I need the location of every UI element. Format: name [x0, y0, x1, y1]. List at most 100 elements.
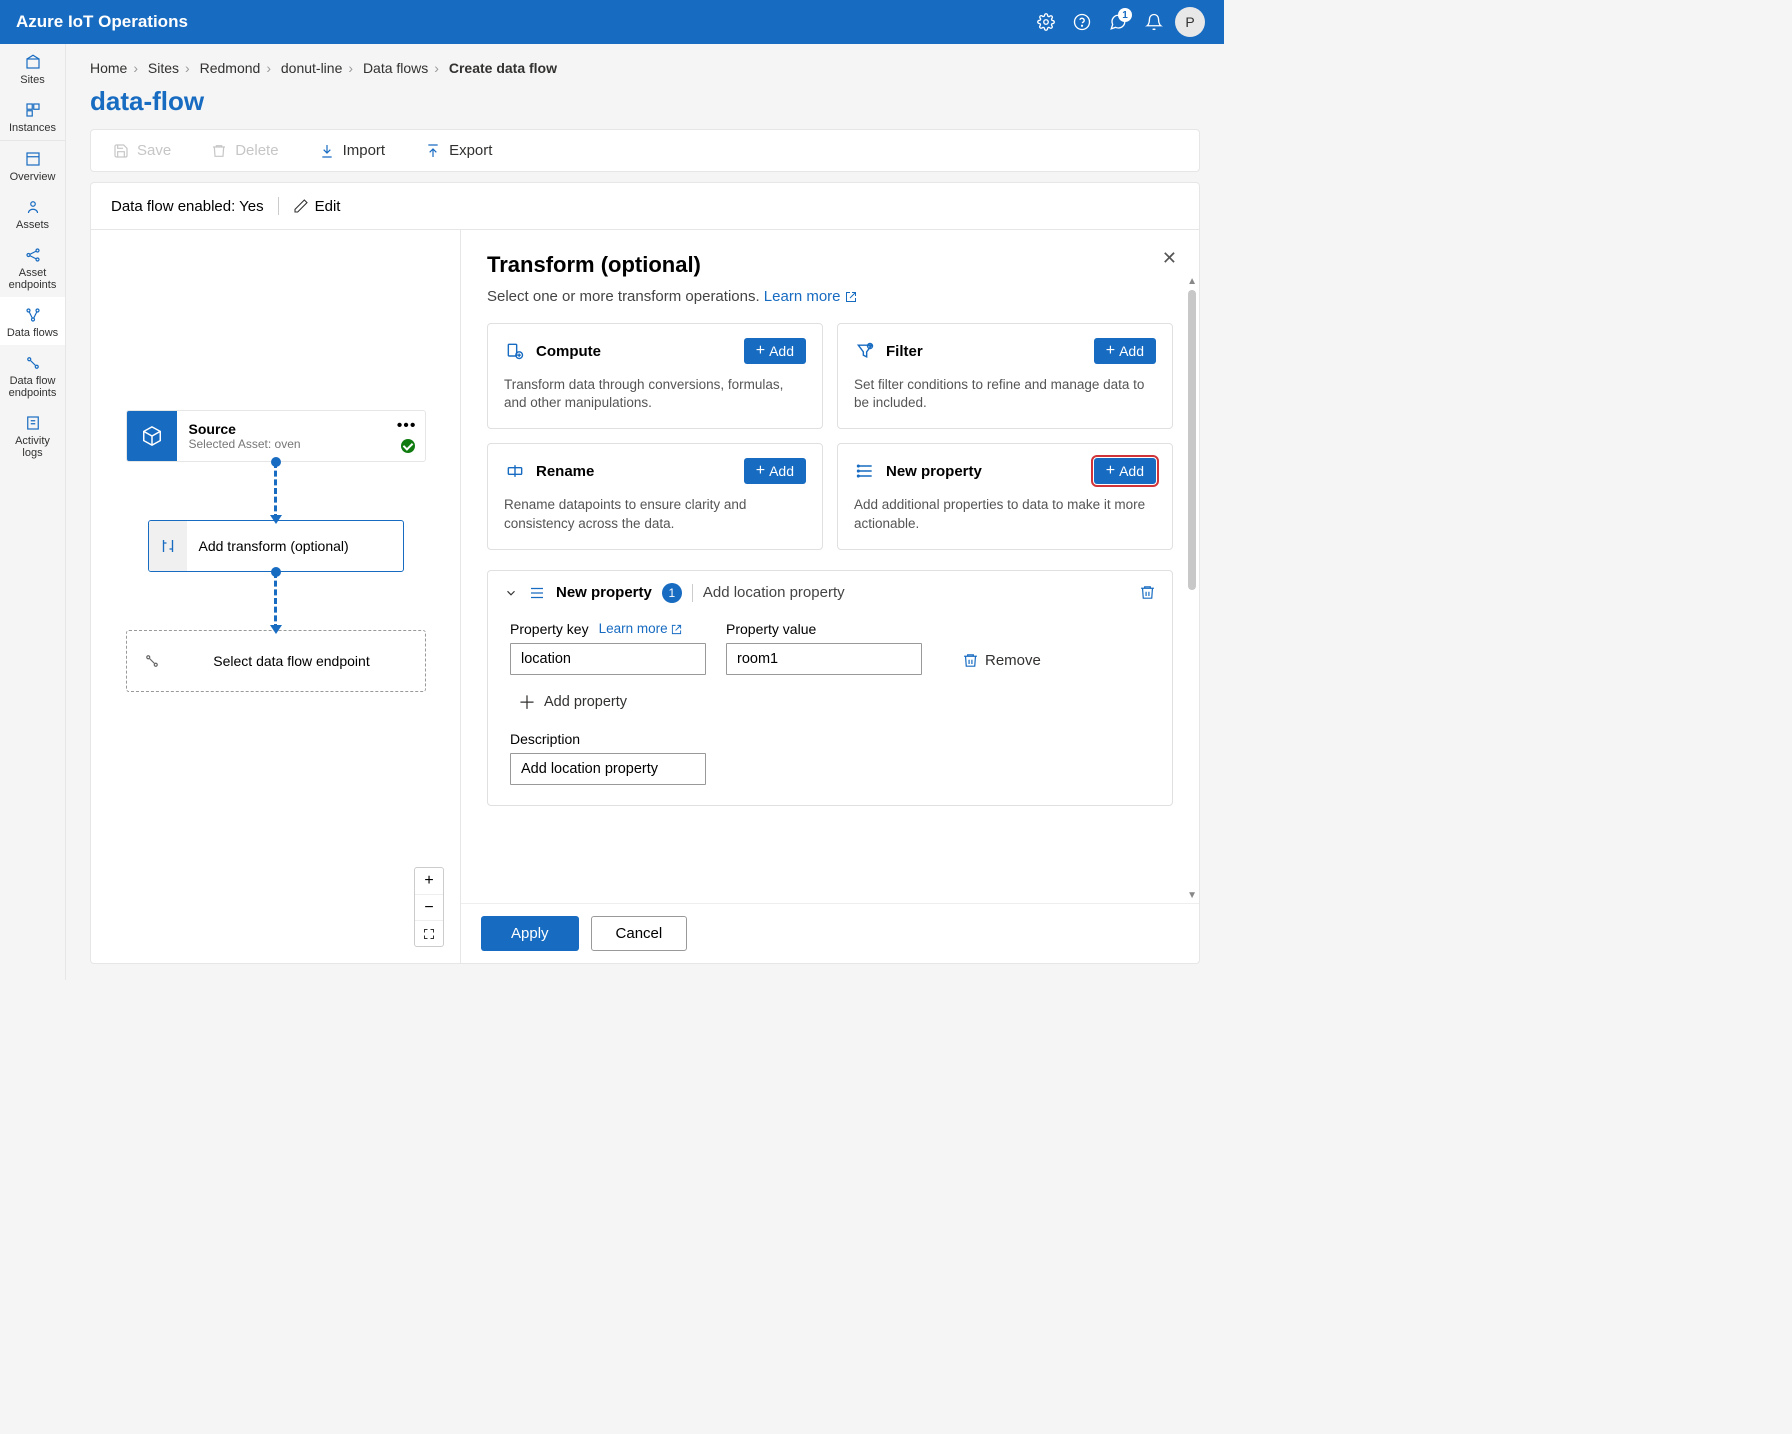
- node-source[interactable]: Source Selected Asset: oven •••: [126, 410, 426, 462]
- endpoint-icon: [143, 652, 161, 670]
- scroll-down-icon[interactable]: ▼: [1187, 890, 1197, 901]
- sidebar-item-dataflow-endpoints[interactable]: Data flow endpoints: [0, 345, 65, 405]
- breadcrumb: Home› Sites› Redmond› donut-line› Data f…: [90, 60, 1200, 76]
- zoom-controls: + −: [414, 867, 444, 947]
- add-filter-button[interactable]: Add: [1094, 338, 1156, 364]
- crumb-line[interactable]: donut-line: [281, 60, 343, 76]
- learn-more-link[interactable]: Learn more: [764, 288, 857, 305]
- data-flows-icon: [23, 305, 43, 325]
- card-new-property: New property Add Add additional properti…: [837, 443, 1173, 549]
- more-icon[interactable]: •••: [397, 417, 417, 435]
- remove-property-button[interactable]: Remove: [962, 652, 1041, 675]
- source-subtitle: Selected Asset: oven: [189, 437, 413, 451]
- panel-description: Select one or more transform operations.…: [487, 288, 1173, 305]
- import-button[interactable]: Import: [309, 136, 396, 165]
- check-icon: [401, 439, 415, 453]
- toolbar: Save Delete Import Export: [90, 129, 1200, 172]
- crumb-current: Create data flow: [449, 60, 557, 76]
- add-rename-button[interactable]: Add: [744, 458, 806, 484]
- status-row: Data flow enabled: Yes Edit: [91, 183, 1199, 230]
- chevron-down-icon[interactable]: [504, 586, 518, 600]
- property-key-input[interactable]: [510, 643, 706, 675]
- export-icon: [425, 143, 441, 159]
- property-key-field: Property key Learn more: [510, 621, 706, 675]
- add-property-button[interactable]: ＋ Add property: [518, 689, 1156, 715]
- count-badge: 1: [662, 583, 682, 603]
- rename-icon: [504, 460, 526, 482]
- brand-title: Azure IoT Operations: [16, 12, 1028, 32]
- external-link-icon: [845, 291, 857, 303]
- description-input[interactable]: [510, 753, 706, 785]
- card-rename: Rename Add Rename datapoints to ensure c…: [487, 443, 823, 549]
- instances-icon: [23, 100, 43, 120]
- delete-button: Delete: [201, 136, 288, 165]
- node-select-endpoint[interactable]: Select data flow endpoint: [126, 630, 426, 692]
- crumb-home[interactable]: Home: [90, 60, 127, 76]
- zoom-in-button[interactable]: +: [415, 868, 443, 894]
- export-button[interactable]: Export: [415, 136, 502, 165]
- sidebar-item-instances[interactable]: Instances: [0, 92, 65, 140]
- connector: [274, 462, 277, 520]
- zoom-out-button[interactable]: −: [415, 894, 443, 920]
- panel-footer: Apply Cancel: [461, 903, 1199, 963]
- close-icon[interactable]: ✕: [1162, 248, 1177, 269]
- property-value-field: Property value: [726, 621, 922, 675]
- overview-icon: [23, 149, 43, 169]
- sidebar-item-assets[interactable]: Assets: [0, 189, 65, 237]
- sidebar-item-data-flows[interactable]: Data flows: [0, 297, 65, 345]
- delete-accordion-button[interactable]: [1139, 584, 1156, 601]
- add-new-property-button[interactable]: Add: [1094, 458, 1156, 484]
- sidebar-item-activity-logs[interactable]: Activity logs: [0, 405, 65, 465]
- transform-panel: ✕ ▲ ▼ Transform (optional) Select one or…: [461, 230, 1199, 963]
- new-property-icon: [854, 460, 876, 482]
- dataflow-endpoints-icon: [23, 353, 43, 373]
- zoom-fit-button[interactable]: [415, 920, 443, 946]
- sidebar-item-overview[interactable]: Overview: [0, 140, 65, 189]
- dataflow-enabled-status: Data flow enabled: Yes: [111, 198, 264, 215]
- save-button: Save: [103, 136, 181, 165]
- scroll-up-icon[interactable]: ▲: [1187, 276, 1197, 287]
- source-title: Source: [189, 421, 413, 437]
- property-value-input[interactable]: [726, 643, 922, 675]
- connector: [274, 572, 277, 630]
- asset-endpoints-icon: [23, 245, 43, 265]
- apply-button[interactable]: Apply: [481, 916, 579, 951]
- avatar[interactable]: P: [1172, 4, 1208, 40]
- node-add-transform[interactable]: Add transform (optional): [148, 520, 404, 572]
- workspace: Data flow enabled: Yes Edit: [90, 182, 1200, 964]
- new-property-accordion: New property 1 Add location property Pro…: [487, 570, 1173, 806]
- left-nav: Sites Instances Overview Assets Asset en…: [0, 44, 66, 980]
- plus-icon: ＋: [518, 689, 536, 715]
- scrollbar[interactable]: [1188, 290, 1196, 590]
- learn-more-property-key[interactable]: Learn more: [599, 621, 683, 636]
- add-compute-button[interactable]: Add: [744, 338, 806, 364]
- cancel-button[interactable]: Cancel: [591, 916, 688, 951]
- main-content: Home› Sites› Redmond› donut-line› Data f…: [66, 44, 1224, 980]
- edit-button[interactable]: Edit: [293, 198, 341, 215]
- description-field: Description: [504, 731, 1156, 785]
- trash-icon: [962, 652, 979, 669]
- filter-icon: [854, 340, 876, 362]
- crumb-sites[interactable]: Sites: [148, 60, 179, 76]
- top-bar: Azure IoT Operations 1 P: [0, 0, 1224, 44]
- flow-canvas[interactable]: Source Selected Asset: oven •••: [91, 230, 461, 963]
- compute-icon: [504, 340, 526, 362]
- delete-icon: [211, 143, 227, 159]
- page-title: data-flow: [90, 86, 1200, 117]
- panel-title: Transform (optional): [487, 252, 1173, 278]
- help-icon[interactable]: [1064, 4, 1100, 40]
- assets-icon: [23, 197, 43, 217]
- edit-icon: [293, 198, 309, 214]
- crumb-region[interactable]: Redmond: [200, 60, 261, 76]
- sidebar-item-sites[interactable]: Sites: [0, 44, 65, 92]
- notifications-icon[interactable]: [1136, 4, 1172, 40]
- import-icon: [319, 143, 335, 159]
- crumb-flows[interactable]: Data flows: [363, 60, 428, 76]
- list-icon: [528, 584, 546, 602]
- settings-icon[interactable]: [1028, 4, 1064, 40]
- save-icon: [113, 143, 129, 159]
- feedback-icon[interactable]: 1: [1100, 4, 1136, 40]
- external-link-icon: [671, 624, 682, 635]
- sidebar-item-asset-endpoints[interactable]: Asset endpoints: [0, 237, 65, 297]
- transform-icon: [149, 521, 187, 571]
